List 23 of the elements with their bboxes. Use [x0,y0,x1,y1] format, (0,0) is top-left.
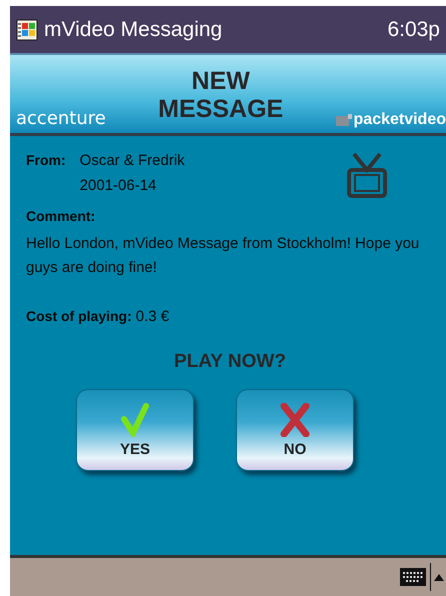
sender-name: Oscar & Fredrik [80,152,186,169]
header-title: NEW [192,67,250,95]
comment-text: Hello London, mVideo Message from Stockholm! Hope you guys are doing fine! [26,234,420,278]
message-date: 2001-06-14 [80,177,158,194]
comment-label: Comment: [26,208,96,224]
yes-button[interactable]: YES [76,389,194,471]
play-prompt: PLAY NOW? [173,351,287,373]
header-title: MESSAGE [158,95,284,123]
up-arrow-icon[interactable] [434,573,444,581]
no-button[interactable]: NO [236,389,354,471]
logo-text: packetvideo [354,111,446,129]
check-icon [121,402,149,436]
cost-label: Cost of playing: [26,308,132,324]
start-icon[interactable] [16,18,38,40]
app-title: mVideo Messaging [44,18,224,42]
cross-icon [280,402,310,436]
camera-icon [336,114,352,126]
cost-value: 0.3 € [136,308,170,325]
tv-icon [346,152,388,198]
logo-text: accenture [16,108,106,129]
keyboard-icon[interactable] [399,567,427,587]
from-label: From: [26,152,66,170]
clock-time: 6:03p [387,18,440,42]
